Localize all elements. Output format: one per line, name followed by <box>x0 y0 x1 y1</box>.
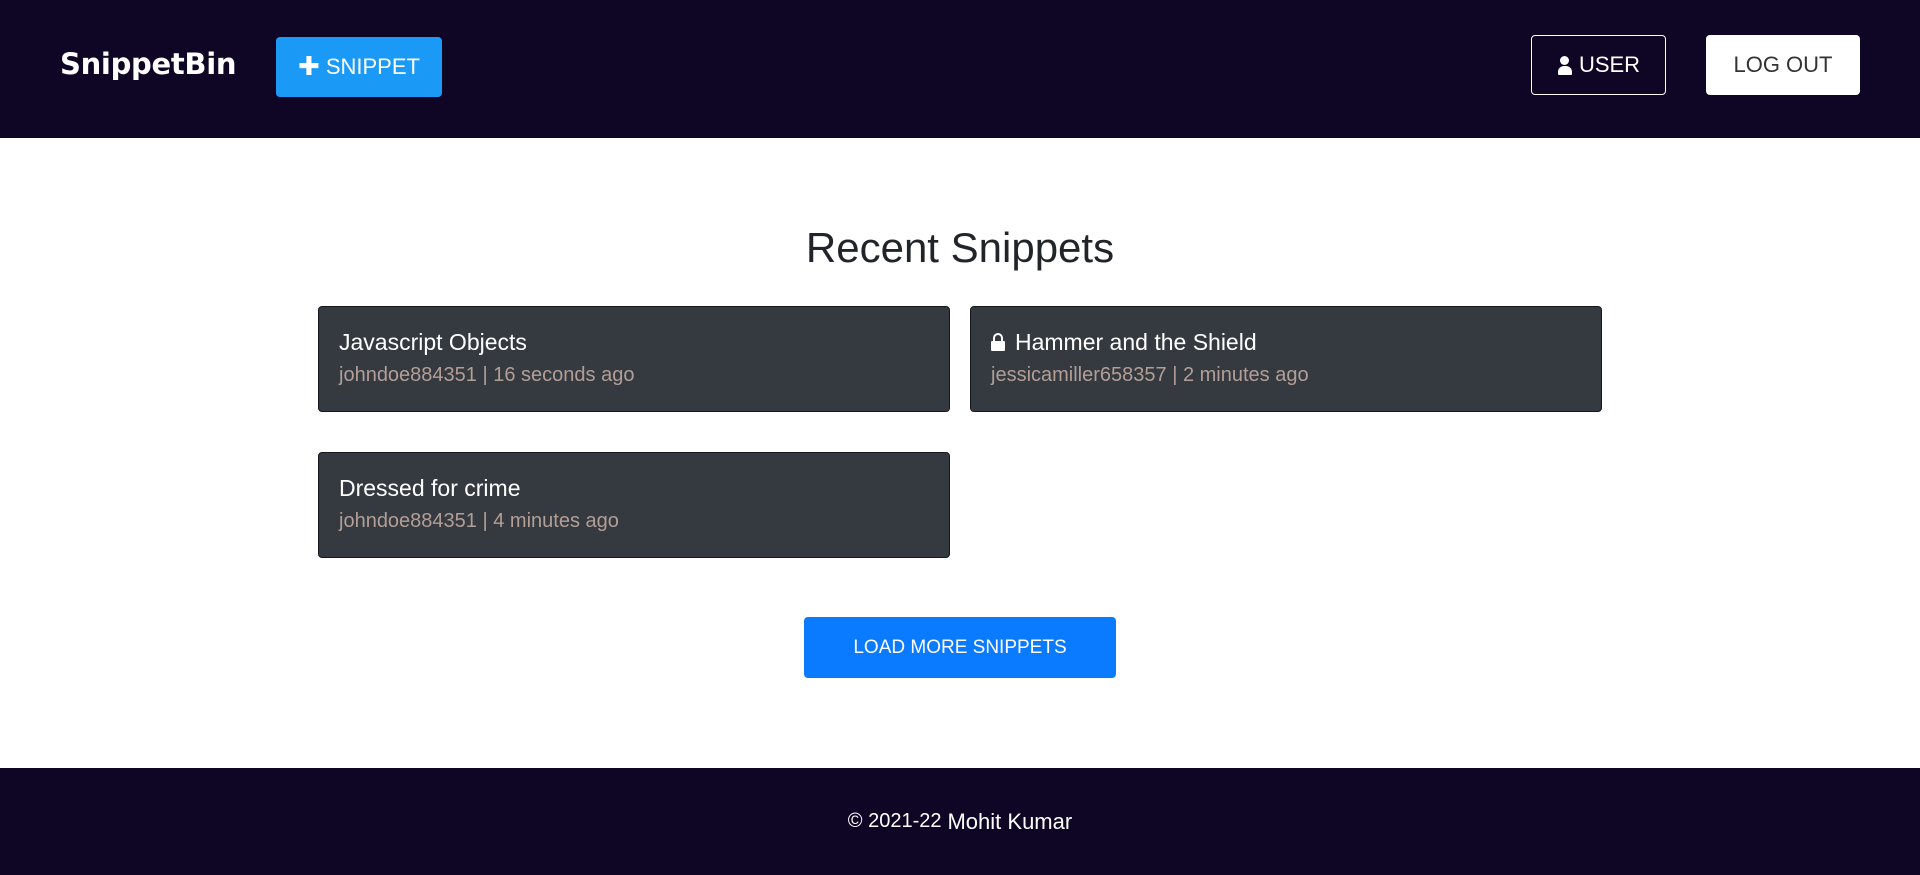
snippet-card[interactable]: Hammer and the Shield jessicamiller65835… <box>970 306 1602 412</box>
load-more-button[interactable]: LOAD MORE SNIPPETS <box>804 617 1116 678</box>
snippet-title: Dressed for crime <box>339 475 521 501</box>
footer: © 2021-22 Mohit Kumar <box>0 768 1920 875</box>
author-name: Mohit Kumar <box>947 808 1073 834</box>
brand-logo[interactable]: SnippetBin <box>60 47 237 81</box>
page-title: Recent Snippets <box>805 224 1115 271</box>
snippet-title: Javascript Objects <box>339 329 527 355</box>
copyright-text: © 2021-22 <box>847 810 942 832</box>
new-snippet-label: SNIPPET <box>325 54 420 79</box>
lock-icon <box>991 332 1005 351</box>
logout-button[interactable]: LOG OUT <box>1706 35 1860 95</box>
snippet-card[interactable]: Dressed for crime johndoe884351 | 4 minu… <box>318 452 950 558</box>
top-navbar: SnippetBin ✚ SNIPPET USER LOG OUT <box>0 0 1920 138</box>
snippet-meta: jessicamiller658357 | 2 minutes ago <box>991 364 1309 386</box>
snippet-meta: johndoe884351 | 16 seconds ago <box>339 364 635 386</box>
plus-icon: ✚ <box>298 51 320 81</box>
new-snippet-button[interactable]: ✚ SNIPPET <box>276 37 442 97</box>
snippet-title: Hammer and the Shield <box>991 329 1581 356</box>
user-button[interactable]: USER <box>1531 35 1666 95</box>
user-label: USER <box>1578 52 1641 77</box>
user-icon <box>1557 55 1573 75</box>
snippet-meta: johndoe884351 | 4 minutes ago <box>339 510 619 532</box>
snippet-card[interactable]: Javascript Objects johndoe884351 | 16 se… <box>318 306 950 412</box>
